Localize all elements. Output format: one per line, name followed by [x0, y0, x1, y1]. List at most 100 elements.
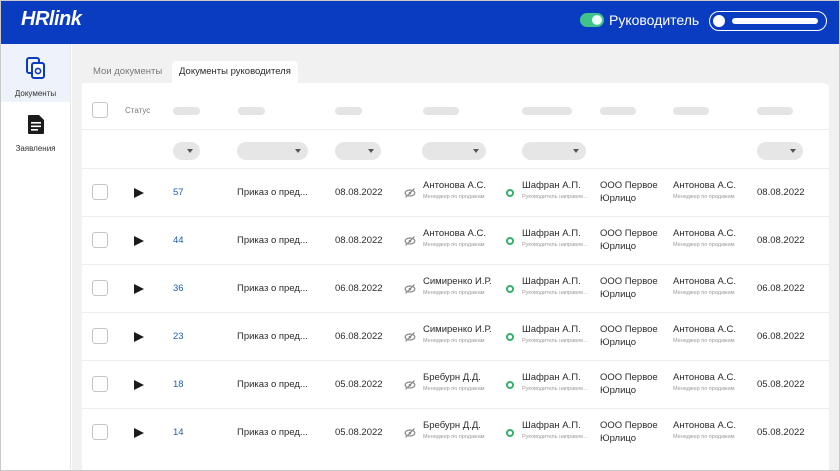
avatar	[713, 15, 725, 27]
row-checkbox[interactable]	[92, 184, 108, 200]
sidebar-item-label: Документы	[14, 89, 57, 98]
column-header-company	[600, 107, 636, 115]
row-checkbox[interactable]	[92, 280, 108, 296]
play-icon[interactable]	[134, 284, 144, 294]
filter-number[interactable]	[173, 142, 200, 160]
play-icon[interactable]	[134, 380, 144, 390]
eye-off-icon	[404, 186, 416, 204]
play-icon[interactable]	[134, 236, 144, 246]
manager-name: Шафран А.П.	[522, 324, 581, 335]
employee-role: Менеджер по продажам	[673, 290, 735, 296]
row-checkbox[interactable]	[92, 424, 108, 440]
role-toggle[interactable]	[580, 13, 604, 27]
play-icon[interactable]	[134, 428, 144, 438]
document-title[interactable]: Приказ о пред...	[237, 379, 308, 390]
eye-off-icon	[404, 282, 416, 300]
document-date: 06.08.2022	[335, 283, 383, 294]
table-row[interactable]: 36 Приказ о пред... 06.08.2022 Симиренко…	[82, 264, 829, 312]
table-row[interactable]: 23 Приказ о пред... 06.08.2022 Симиренко…	[82, 312, 829, 360]
table-row[interactable]: 44 Приказ о пред... 08.08.2022 Антонова …	[82, 216, 829, 264]
user-menu-button[interactable]	[709, 11, 827, 31]
manager-role: Руководитель направле...	[522, 194, 588, 200]
table-row[interactable]: 14 Приказ о пред... 05.08.2022 Бребурн Д…	[82, 408, 829, 456]
document-number[interactable]: 44	[173, 235, 184, 246]
company-line2: Юрлицо	[600, 385, 637, 396]
document-number[interactable]: 36	[173, 283, 184, 294]
chevron-down-icon	[187, 149, 193, 153]
filter-title[interactable]	[237, 142, 308, 160]
column-header-date	[335, 107, 362, 115]
company: ООО Первое Юрлицо	[600, 179, 666, 205]
row-checkbox[interactable]	[92, 376, 108, 392]
eye-off-icon	[404, 426, 416, 444]
sidebar-item-documents[interactable]: Документы	[1, 44, 70, 102]
employee-name: Антонова А.С.	[673, 276, 736, 287]
chevron-down-icon	[473, 149, 479, 153]
document-title[interactable]: Приказ о пред...	[237, 427, 308, 438]
filter-signer[interactable]	[422, 142, 486, 160]
table-row[interactable]: 18 Приказ о пред... 05.08.2022 Бребурн Д…	[82, 360, 829, 408]
company: ООО Первое Юрлицо	[600, 419, 666, 445]
manager-name: Шафран А.П.	[522, 228, 581, 239]
document-number[interactable]: 18	[173, 379, 184, 390]
signer-name: Бребурн Д.Д.	[423, 372, 481, 383]
sidebar-item-label: Заявления	[15, 144, 56, 153]
column-header-manager	[522, 107, 572, 115]
main-content: Мои документы Документы руководителя Ста…	[72, 44, 839, 470]
hrlink-logo[interactable]: HRlink	[21, 8, 82, 31]
signer-role: Менеджер по продажам	[423, 386, 485, 392]
play-icon[interactable]	[134, 188, 144, 198]
table-row[interactable]: 57 Приказ о пред... 08.08.2022 Антонова …	[82, 168, 829, 216]
manager: Шафран А.П. Руководитель направле...	[522, 372, 588, 392]
document-number[interactable]: 14	[173, 427, 184, 438]
employee: Антонова А.С. Менеджер по продажам	[673, 324, 736, 344]
signer: Антонова А.С. Менеджер по продажам	[423, 228, 486, 248]
document-date2: 05.08.2022	[757, 427, 805, 438]
filter-manager[interactable]	[522, 142, 586, 160]
manager-role: Руководитель направле...	[522, 290, 588, 296]
company-line2: Юрлицо	[600, 193, 637, 204]
company: ООО Первое Юрлицо	[600, 323, 666, 349]
row-checkbox[interactable]	[92, 328, 108, 344]
status-indicator	[506, 285, 514, 293]
filter-date2[interactable]	[757, 142, 803, 160]
employee-name: Антонова А.С.	[673, 180, 736, 191]
company: ООО Первое Юрлицо	[600, 275, 666, 301]
company-line1: ООО Первое	[600, 180, 658, 191]
play-icon[interactable]	[134, 332, 144, 342]
manager-role: Руководитель направле...	[522, 386, 588, 392]
status-indicator	[506, 333, 514, 341]
document-date2: 06.08.2022	[757, 331, 805, 342]
document-title[interactable]: Приказ о пред...	[237, 187, 308, 198]
company: ООО Первое Юрлицо	[600, 371, 666, 397]
toggle-knob	[592, 15, 602, 25]
document-title[interactable]: Приказ о пред...	[237, 331, 308, 342]
documents-table: Статус 57 Приказ о пред... 08.08.2022 Ан…	[82, 83, 829, 470]
status-indicator	[506, 237, 514, 245]
document-number[interactable]: 57	[173, 187, 184, 198]
document-date: 05.08.2022	[335, 427, 383, 438]
employee-role: Менеджер по продажам	[673, 386, 735, 392]
document-number[interactable]: 23	[173, 331, 184, 342]
document-title[interactable]: Приказ о пред...	[237, 235, 308, 246]
document-date2: 06.08.2022	[757, 283, 805, 294]
tab-manager-documents[interactable]: Документы руководителя	[172, 61, 298, 83]
tab-my-documents[interactable]: Мои документы	[86, 61, 169, 83]
sidebar-item-applications[interactable]: Заявления	[1, 110, 70, 154]
document-date2: 08.08.2022	[757, 235, 805, 246]
sidebar: Документы Заявления	[1, 44, 71, 470]
select-all-checkbox[interactable]	[92, 102, 108, 118]
signer-role: Менеджер по продажам	[423, 338, 485, 344]
employee: Антонова А.С. Менеджер по продажам	[673, 276, 736, 296]
employee-role: Менеджер по продажам	[673, 194, 735, 200]
row-checkbox[interactable]	[92, 232, 108, 248]
employee-role: Менеджер по продажам	[673, 242, 735, 248]
document-date2: 08.08.2022	[757, 187, 805, 198]
filter-date[interactable]	[335, 142, 381, 160]
chevron-down-icon	[790, 149, 796, 153]
employee: Антонова А.С. Менеджер по продажам	[673, 228, 736, 248]
signer-role: Менеджер по продажам	[423, 194, 485, 200]
status-indicator	[506, 381, 514, 389]
signer-name: Антонова А.С.	[423, 228, 486, 239]
document-title[interactable]: Приказ о пред...	[237, 283, 308, 294]
